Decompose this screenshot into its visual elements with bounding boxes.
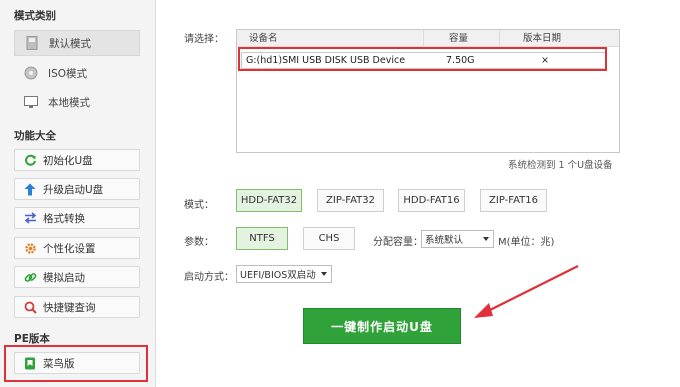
- mode-label: 默认模式: [49, 37, 91, 50]
- monitor-icon: [24, 95, 38, 109]
- function-section-title: 功能大全: [14, 130, 56, 142]
- header-device-name: 设备名: [249, 33, 278, 44]
- mode-local[interactable]: 本地模式: [14, 89, 140, 115]
- param-label: 参数：: [184, 237, 214, 248]
- pe-section-title: PE版本: [14, 333, 50, 345]
- alloc-unit: M(单位：兆): [498, 237, 555, 248]
- function-label: 初始化U盘: [43, 154, 93, 167]
- mode-label: 本地模式: [48, 96, 90, 109]
- swap-arrows-icon: [23, 211, 37, 225]
- alloc-label: 分配容量：: [373, 237, 423, 248]
- function-label: 格式转换: [43, 212, 85, 225]
- header-version-date: 版本日期: [523, 33, 562, 44]
- param-option-ntfs[interactable]: NTFS: [236, 227, 288, 250]
- param-option-chs[interactable]: CHS: [303, 227, 355, 250]
- header-capacity: 容量: [449, 33, 469, 44]
- gear-icon: [23, 241, 37, 255]
- pe-highlight-annotation: [4, 345, 148, 382]
- boot-value: UEFI/BIOS双启动: [240, 270, 316, 281]
- mode-option-hdd-fat32[interactable]: HDD-FAT32: [236, 189, 302, 212]
- alloc-capacity-select[interactable]: 系统默认: [421, 230, 494, 248]
- mode-option-zip-fat32[interactable]: ZIP-FAT32: [317, 189, 384, 212]
- personalize-button[interactable]: 个性化设置: [14, 237, 140, 259]
- device-table-header: 设备名 容量 版本日期: [237, 30, 619, 47]
- mode-iso[interactable]: ISO模式: [14, 60, 140, 86]
- column-divider: [423, 30, 424, 47]
- usb-drive-icon: [25, 36, 39, 50]
- init-usb-button[interactable]: 初始化U盘: [14, 149, 140, 171]
- chevron-down-icon: [483, 237, 489, 241]
- search-icon: [23, 300, 37, 314]
- select-label: 请选择：: [184, 34, 224, 45]
- mode-default[interactable]: 默认模式: [14, 30, 140, 56]
- boot-mode-select[interactable]: UEFI/BIOS双启动: [236, 265, 332, 283]
- mode-label: ISO模式: [48, 67, 88, 80]
- alloc-value: 系统默认: [425, 235, 464, 246]
- link-icon: [23, 270, 37, 284]
- device-count-status: 系统检测到 1 个U盘设备: [508, 160, 613, 171]
- upgrade-usb-button[interactable]: 升级启动U盘: [14, 178, 140, 200]
- refresh-icon: [23, 153, 37, 167]
- mode-option-zip-fat16[interactable]: ZIP-FAT16: [480, 189, 547, 212]
- function-label: 模拟启动: [43, 271, 85, 284]
- sidebar: 模式类别 默认模式 ISO模式 本地模式 功能大全 初始化U盘 升级启动U盘 格…: [0, 0, 156, 387]
- format-convert-button[interactable]: 格式转换: [14, 207, 140, 229]
- column-divider: [499, 30, 500, 47]
- mode-label: 模式：: [184, 200, 214, 211]
- disc-icon: [24, 66, 38, 80]
- mode-section-title: 模式类别: [14, 10, 56, 22]
- device-highlight-annotation: [238, 47, 607, 71]
- boot-label: 启动方式：: [184, 272, 234, 283]
- hotkey-query-button[interactable]: 快捷键查询: [14, 296, 140, 318]
- upload-arrow-icon: [23, 182, 37, 196]
- one-click-make-usb-button[interactable]: 一键制作启动U盘: [303, 308, 461, 344]
- function-label: 快捷键查询: [43, 301, 96, 314]
- function-label: 升级启动U盘: [43, 183, 104, 196]
- mode-option-hdd-fat16[interactable]: HDD-FAT16: [398, 189, 465, 212]
- simulate-boot-button[interactable]: 模拟启动: [14, 266, 140, 288]
- chevron-down-icon: [321, 272, 327, 276]
- function-label: 个性化设置: [43, 242, 96, 255]
